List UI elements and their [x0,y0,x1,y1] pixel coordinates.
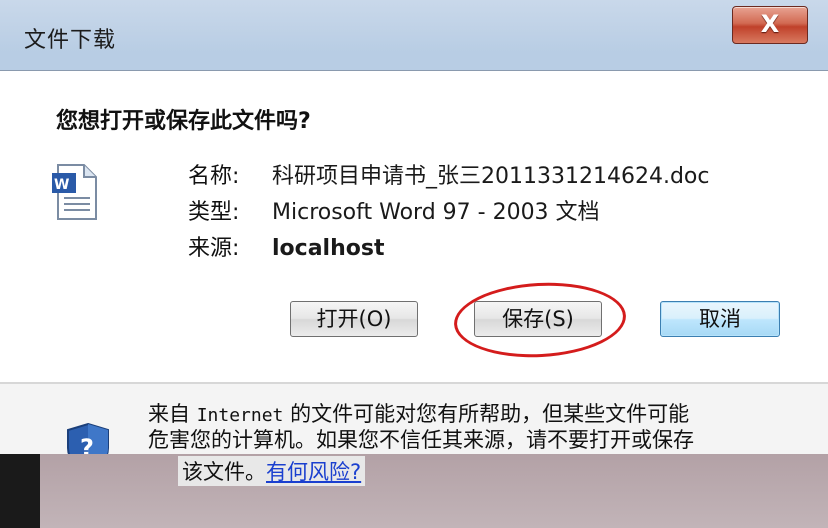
open-button[interactable]: 打开(O) [290,301,418,337]
save-highlight-circle [452,278,628,362]
warning-internet: Internet [196,405,284,426]
left-dark-edge [0,454,40,528]
warning-line2: 危害您的计算机。如果您不信任其来源，请不要打开或保存 [148,428,694,452]
warning-text: 来自 Internet 的文件可能对您有所帮助，但某些文件可能 危害您的计算机。… [148,402,828,452]
word-doc-icon: W [52,164,97,220]
download-dialog-window: 文件下载 X 您想打开或保存此文件吗? W 名称: 类型: 来源: 科研项目申请… [0,0,828,528]
info-labels: 名称: 类型: 来源: [188,159,239,267]
info-values: 科研项目申请书_张三2011331214624.doc Microsoft Wo… [272,159,709,267]
risk-link[interactable]: 有何风险? [266,460,361,484]
cancel-button[interactable]: 取消 [660,301,780,337]
title-bar[interactable]: 文件下载 X [0,0,828,70]
source-label: 来源: [188,236,240,261]
close-button[interactable]: X [732,6,808,44]
close-icon: X [760,10,780,38]
dialog-body: 您想打开或保存此文件吗? W 名称: 类型: 来源: 科研项目申请书_张三201… [0,70,828,383]
bottom-strip [0,454,828,528]
type-label: 类型: [188,200,240,225]
file-type-value: Microsoft Word 97 - 2003 文档 [272,200,600,225]
warning-suffix: 的文件可能对您有所帮助，但某些文件可能 [283,402,690,426]
warning-prefix: 来自 [148,402,197,426]
question-heading: 您想打开或保存此文件吗? [56,109,311,134]
file-source-value: localhost [272,236,385,261]
warning-line3: 该文件。有何风险? [178,456,366,486]
warning-line3-text: 该文件。 [182,460,266,484]
name-label: 名称: [188,164,240,189]
svg-text:W: W [54,177,69,193]
window-title: 文件下载 [24,28,117,53]
file-name-value: 科研项目申请书_张三2011331214624.doc [272,164,710,189]
